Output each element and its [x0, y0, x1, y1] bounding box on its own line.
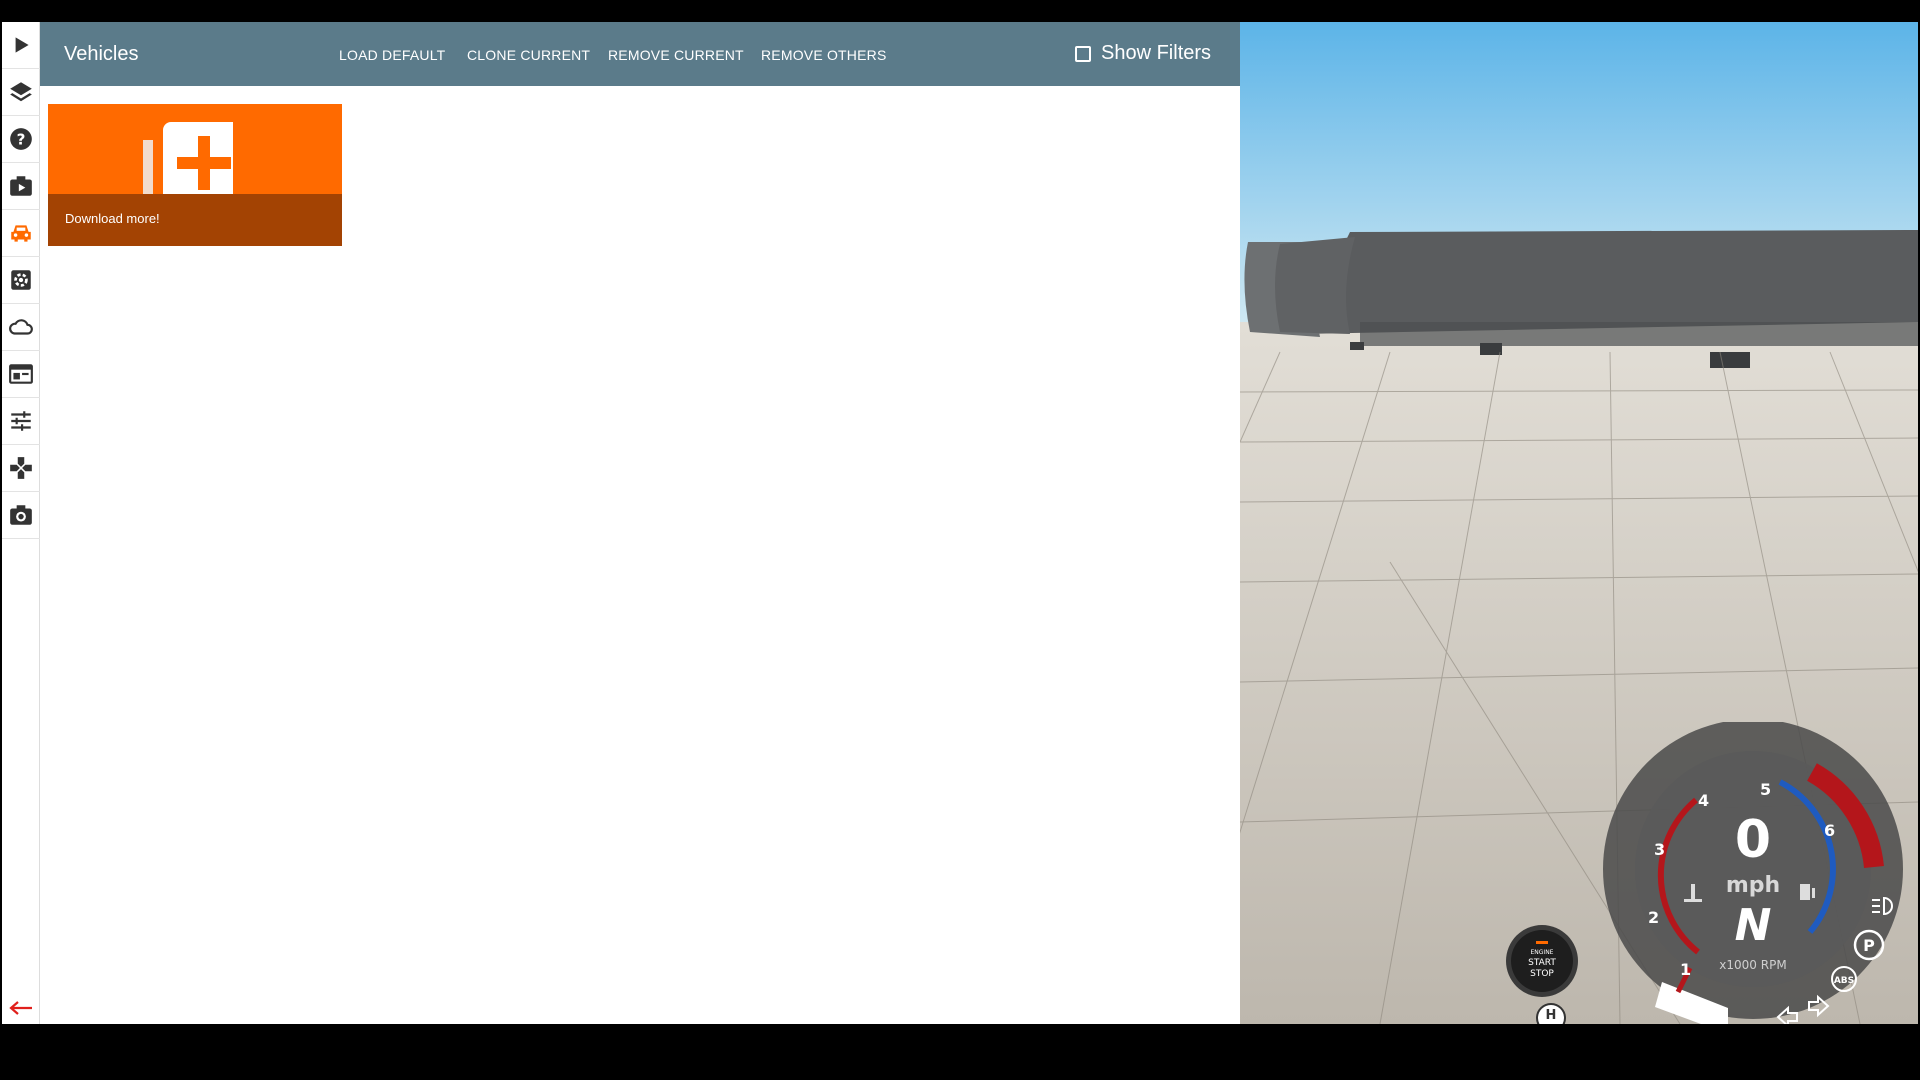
help-icon: ? — [10, 128, 32, 150]
layers-icon — [10, 82, 32, 102]
sidebar-item-options[interactable] — [2, 398, 40, 445]
speed-unit: mph — [1726, 873, 1780, 898]
cloud-icon — [9, 319, 33, 335]
rpm-tick-6: 6 — [1824, 821, 1835, 840]
rpm-tick-3: 3 — [1654, 840, 1665, 859]
svg-text:H: H — [1546, 1008, 1557, 1023]
ui-apps-icon — [9, 364, 33, 384]
tile-label: Download more! — [65, 211, 160, 226]
start-label: START — [1528, 958, 1556, 968]
play-icon — [15, 37, 29, 53]
svg-text:?: ? — [17, 130, 26, 148]
options-sliders-icon — [11, 411, 31, 431]
show-filters-toggle[interactable]: Show Filters — [1075, 42, 1211, 65]
settings-icon — [11, 270, 31, 290]
controls-icon — [10, 457, 32, 479]
stop-label: STOP — [1530, 969, 1554, 979]
show-filters-label: Show Filters — [1101, 42, 1212, 64]
speed-value: 0 — [1735, 810, 1771, 870]
sidebar-item-ui-apps[interactable] — [2, 351, 40, 398]
sidebar-item-settings[interactable] — [2, 257, 40, 304]
rpm-tick-2: 2 — [1648, 908, 1659, 927]
sidebar-item-photo-mode[interactable] — [2, 492, 40, 539]
download-more-tile[interactable]: Download more! — [48, 104, 342, 246]
engine-label: ENGINE — [1531, 949, 1554, 956]
game-window: ? Vehicles LOAD DEFAULT CLONE CURRENT RE… — [0, 22, 1920, 1024]
sidebar-item-scenarios[interactable] — [2, 163, 40, 210]
rpm-tick-5: 5 — [1760, 780, 1771, 799]
vehicles-header: Vehicles LOAD DEFAULT CLONE CURRENT REMO… — [40, 22, 1240, 86]
clone-current-button[interactable]: CLONE CURRENT — [467, 47, 590, 63]
hold-icon: H — [1536, 1003, 1566, 1024]
rpm-tick-1: 1 — [1680, 960, 1691, 979]
game-viewport[interactable]: 1 2 3 4 5 6 0 mph N x1000 RPM P ABS ENGI… — [1240, 22, 1918, 1024]
scenario-icon — [10, 176, 32, 196]
page-title: Vehicles — [64, 43, 139, 65]
sidebar-item-cloud[interactable] — [2, 304, 40, 351]
arrow-left-icon[interactable] — [6, 997, 36, 1019]
camera-icon — [10, 505, 32, 525]
svg-text:ABS: ABS — [1834, 976, 1854, 986]
main-menu-sidebar: ? — [2, 22, 40, 1024]
vehicle-icon — [11, 225, 31, 242]
rpm-unit: x1000 RPM — [1719, 958, 1786, 972]
rpm-tick-4: 4 — [1698, 791, 1709, 810]
sidebar-item-help[interactable]: ? — [2, 116, 40, 163]
remove-current-button[interactable]: REMOVE CURRENT — [608, 47, 744, 63]
sidebar-item-controls[interactable] — [2, 445, 40, 492]
remove-others-button[interactable]: REMOVE OTHERS — [761, 47, 887, 63]
vehicles-panel: Vehicles LOAD DEFAULT CLONE CURRENT REMO… — [40, 22, 1240, 1024]
play-button[interactable] — [2, 22, 40, 69]
load-default-button[interactable]: LOAD DEFAULT — [339, 47, 445, 63]
svg-text:P: P — [1863, 936, 1875, 955]
gauge-cluster: 1 2 3 4 5 6 0 mph N x1000 RPM P ABS — [1603, 722, 1903, 1024]
engine-start-stop-button[interactable]: ENGINE START STOP H — [1505, 924, 1579, 1024]
show-filters-checkbox[interactable] — [1075, 45, 1091, 62]
gear-indicator: N — [1735, 900, 1772, 951]
sidebar-item-vehicles[interactable] — [2, 210, 40, 257]
sidebar-item-environment[interactable] — [2, 69, 40, 116]
